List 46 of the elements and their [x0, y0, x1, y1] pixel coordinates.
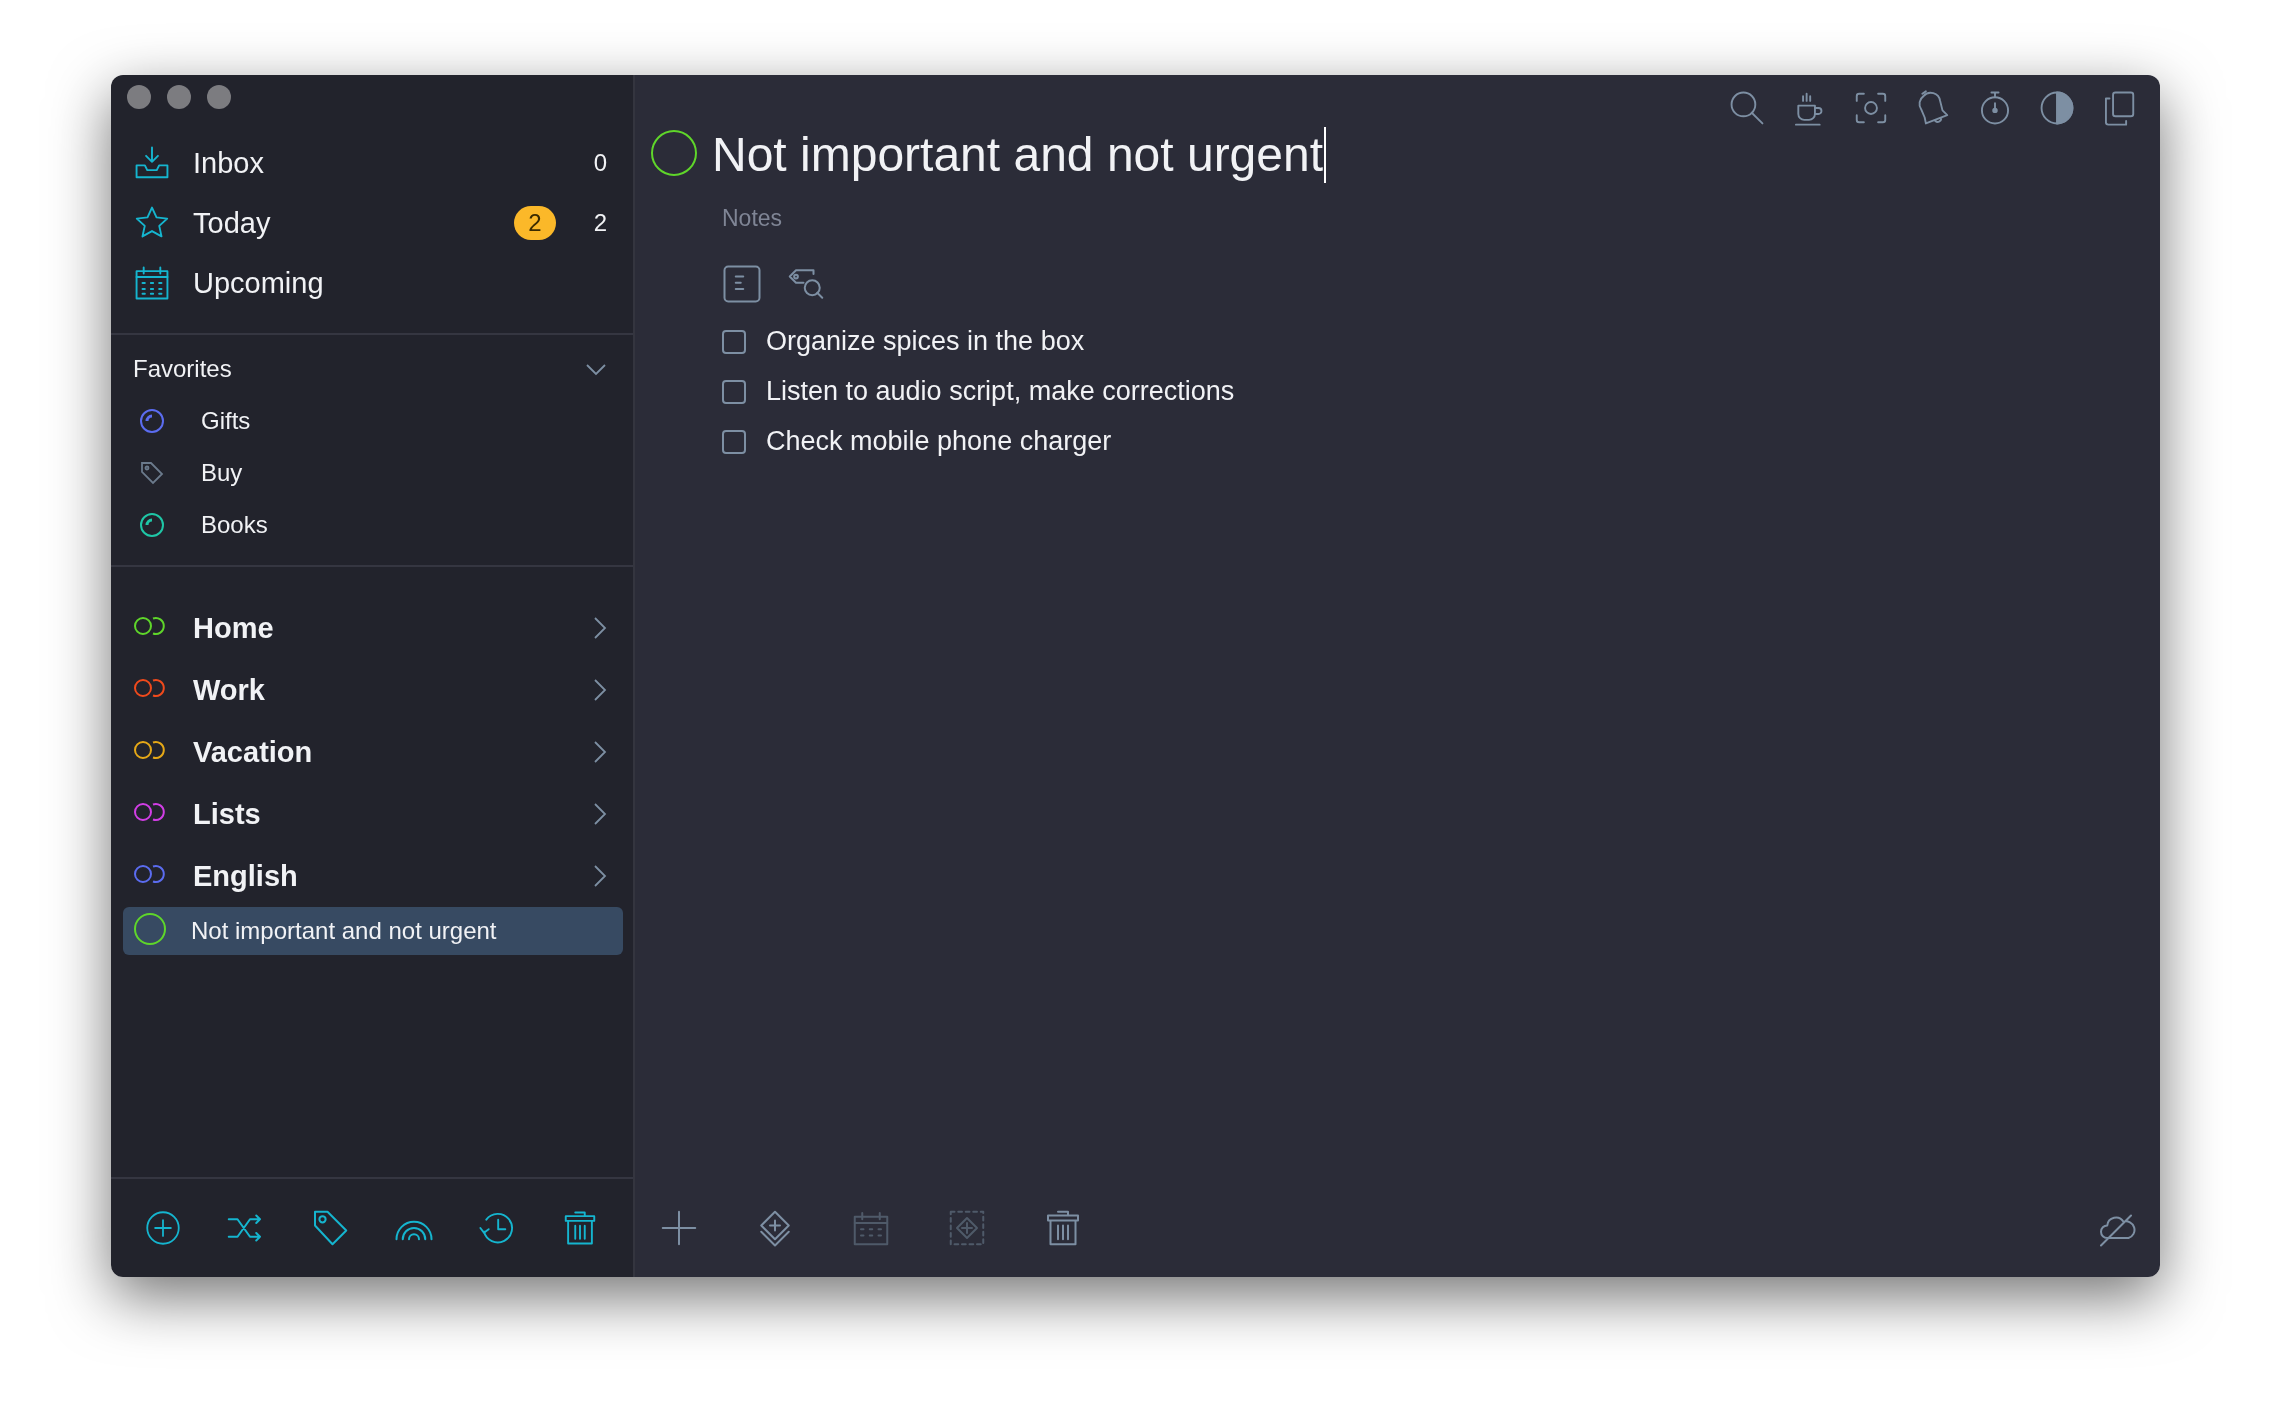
project-row[interactable]: Vacation: [123, 721, 623, 783]
checklist-item: Listen to audio script, make corrections: [766, 376, 1235, 407]
project-row[interactable]: Work: [123, 659, 623, 721]
project-name: Work: [193, 673, 266, 707]
chevron-right-icon[interactable]: [593, 802, 607, 826]
circle-icon: [133, 912, 167, 946]
project-row[interactable]: Lists: [123, 783, 623, 845]
project-name: English: [193, 859, 299, 893]
favorite-item[interactable]: Books: [201, 511, 268, 539]
checkbox[interactable]: [722, 429, 746, 454]
plus-circle-icon[interactable]: [145, 1210, 182, 1246]
overdue-badge: 2: [514, 206, 556, 240]
selected-list-row[interactable]: Not important and not urgent: [123, 907, 623, 955]
favorite-item[interactable]: Buy: [201, 459, 243, 487]
checkbox[interactable]: [722, 329, 746, 354]
favorite-item[interactable]: Gifts: [201, 407, 251, 435]
sidebar-item[interactable]: Today: [193, 206, 493, 240]
project-row[interactable]: Home: [123, 597, 623, 659]
project-name: Lists: [193, 797, 262, 831]
chevron-right-icon[interactable]: [593, 864, 607, 888]
chevron-right-icon[interactable]: [593, 740, 607, 764]
project-name: Not important and not urgent: [191, 917, 498, 945]
checklist-icon[interactable]: [722, 264, 762, 304]
sidebar-item[interactable]: Upcoming: [193, 266, 607, 300]
notes-field[interactable]: Notes: [722, 205, 2160, 232]
close-window-button[interactable]: [127, 85, 151, 109]
project-row[interactable]: English: [123, 845, 623, 907]
checklist-item: Organize spices in the box: [766, 326, 1085, 357]
project-name: Home: [193, 611, 275, 645]
circle-icon: [650, 129, 698, 177]
zoom-window-button[interactable]: [207, 85, 231, 109]
contrast-icon[interactable]: [2038, 89, 2076, 127]
checkbox[interactable]: [722, 379, 746, 404]
checklist-item: Check mobile phone charger: [766, 426, 1112, 457]
calendar-icon: [133, 264, 171, 302]
task-title-field[interactable]: Not important and not urgent: [712, 127, 1327, 183]
item-count: 0: [593, 149, 607, 177]
favorites-heading: Favorites: [133, 355, 232, 383]
plus-icon[interactable]: [659, 1208, 699, 1248]
minimize-window-button[interactable]: [167, 85, 191, 109]
chevron-right-icon[interactable]: [593, 616, 607, 640]
chevron-right-icon[interactable]: [593, 678, 607, 702]
item-count: 2: [593, 209, 607, 237]
search-icon[interactable]: [1728, 89, 1766, 127]
sidebar-item[interactable]: Inbox: [193, 146, 572, 180]
project-name: Vacation: [193, 735, 314, 769]
